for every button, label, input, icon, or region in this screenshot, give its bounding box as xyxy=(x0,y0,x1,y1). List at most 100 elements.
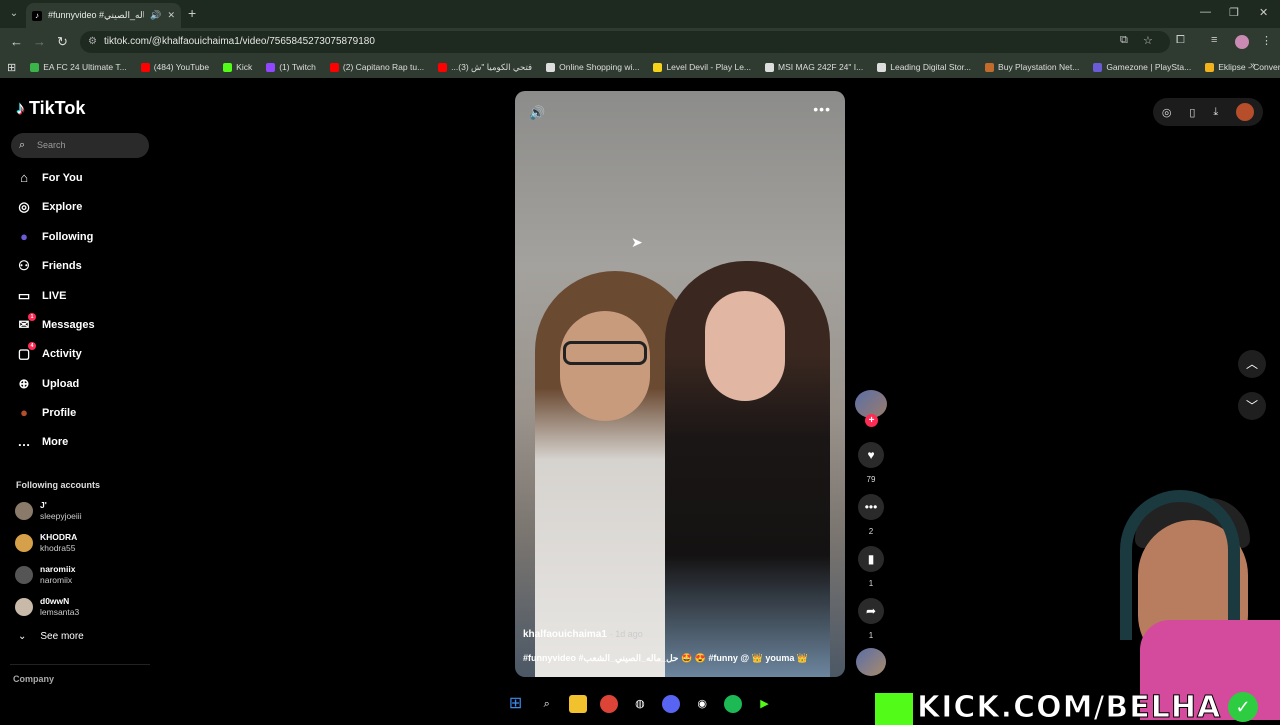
company-link[interactable]: Company xyxy=(13,674,54,684)
bookmark-item[interactable]: ...فتحي الكوميا "ش (3) xyxy=(431,62,539,73)
file-explorer-icon[interactable] xyxy=(568,695,587,713)
bookmark-item[interactable]: MSI MAG 242F 24" I... xyxy=(758,62,870,72)
account-name: J' xyxy=(40,500,47,510)
see-more-button[interactable]: ⌄ See more xyxy=(18,631,84,642)
sidebar-item-friends[interactable]: ⚇ Friends xyxy=(16,258,82,274)
site-info-icon[interactable]: ⚙ xyxy=(88,31,97,53)
sidebar-item-explore[interactable]: ◎ Explore xyxy=(16,199,82,215)
sidebar-item-live[interactable]: ▭ LIVE xyxy=(16,288,67,304)
bookmark-star-icon[interactable]: ☆ xyxy=(1143,34,1153,47)
comment-button[interactable]: ••• 2 xyxy=(851,494,891,536)
browser-profile-avatar[interactable] xyxy=(1235,35,1249,49)
following-account[interactable]: KHODRA khodra55 xyxy=(15,532,77,554)
taskbar-search-icon[interactable]: ⌕ xyxy=(538,695,556,713)
sidebar-item-upload[interactable]: ⊕ Upload xyxy=(16,376,80,392)
follow-plus-icon[interactable]: + xyxy=(865,414,878,427)
restore-icon[interactable]: ❐ xyxy=(1229,6,1239,19)
more-bookmarks-icon[interactable]: » xyxy=(1250,60,1256,71)
search-input[interactable]: ⌕ Search xyxy=(11,133,149,158)
share-button[interactable]: ➦ 1 xyxy=(851,598,891,640)
video-caption[interactable]: #funnyvideo #حل_ماله_الصيني_الشعب 🤩 😍 #f… xyxy=(523,653,808,664)
minimize-icon[interactable]: — xyxy=(1200,6,1211,18)
extensions-icon[interactable]: ⧠ xyxy=(1176,34,1185,47)
bookmark-item[interactable]: (484) YouTube xyxy=(134,62,216,72)
bookmark-item[interactable]: Eklipse - Convert Tw... xyxy=(1198,62,1280,72)
bookmark-favicon-icon xyxy=(877,62,887,72)
profile-avatar-icon: ● xyxy=(20,405,28,420)
bookmark-item[interactable]: (2) Capitano Rap tu... xyxy=(323,62,431,72)
video-more-icon[interactable]: ••• xyxy=(813,101,831,117)
taskbar: ⊞ ⌕ ◍ ◉ ▶ xyxy=(500,688,780,720)
speaker-icon[interactable]: 🔊 xyxy=(150,10,161,21)
apps-icon[interactable]: ⊞ xyxy=(0,61,23,74)
forward-icon[interactable]: → xyxy=(33,34,46,49)
next-video-button[interactable]: ﹀ xyxy=(1238,392,1266,420)
close-tab-icon[interactable]: ✕ xyxy=(167,10,175,21)
like-button[interactable]: ♥ 79 xyxy=(851,442,891,484)
following-account[interactable]: J' sleepyjoeiii xyxy=(15,500,82,522)
obs-icon[interactable]: ◍ xyxy=(631,695,649,713)
bookmark-favicon-icon xyxy=(653,62,663,72)
device-icon[interactable]: ▯ xyxy=(1189,106,1195,119)
reload-icon[interactable]: ↻ xyxy=(57,34,68,50)
tiktok-logo[interactable]: ♪ TikTok xyxy=(16,98,85,119)
bookmark-favicon-icon xyxy=(266,62,276,72)
video-player[interactable]: 🔊 ••• ➤ khalfaouichaima1 · 1d ago #funny… xyxy=(515,91,845,677)
steam-icon[interactable]: ◉ xyxy=(693,695,711,713)
video-time: · 1d ago xyxy=(609,629,643,639)
following-account[interactable]: d0wwN lemsanta3 xyxy=(15,596,79,618)
bookmark-label: Leading Digital Stor... xyxy=(890,62,972,72)
close-window-icon[interactable]: ✕ xyxy=(1259,6,1268,19)
save-button[interactable]: ▮ 1 xyxy=(851,546,891,588)
bookmark-favicon-icon xyxy=(30,62,40,72)
sidebar-item-profile[interactable]: ● Profile xyxy=(16,405,76,421)
following-avatar-icon: ● xyxy=(20,229,28,244)
tab-title: #funnyvideo #حل_ماله_الصيني... xyxy=(48,10,144,20)
media-control-icon[interactable]: ≡ xyxy=(1211,34,1217,46)
discord-icon[interactable] xyxy=(662,695,681,713)
video-author[interactable]: khalfaouichaima1 · 1d ago xyxy=(523,629,643,640)
bookmark-item[interactable]: (1) Twitch xyxy=(259,62,323,72)
bookmark-item[interactable]: EA FC 24 Ultimate T... xyxy=(23,62,133,72)
sidebar-item-label: Following xyxy=(42,231,94,243)
activity-icon: ▢ 4 xyxy=(16,342,36,362)
chrome-icon[interactable] xyxy=(599,695,618,713)
live-icon: ▭ xyxy=(17,288,31,303)
user-avatar[interactable] xyxy=(1236,103,1255,121)
sidebar-item-more[interactable]: … More xyxy=(16,434,69,450)
address-bar-row: ← → ↻ ⚙ tiktok.com/@khalfaouichaima1/vid… xyxy=(0,28,1280,56)
kick-app-icon[interactable]: ▶ xyxy=(755,695,773,713)
bookmark-label: MSI MAG 242F 24" I... xyxy=(778,62,864,72)
bookmark-item[interactable]: Kick xyxy=(216,62,259,72)
sidebar-item-label: Explore xyxy=(42,201,83,213)
bookmark-item[interactable]: Level Devil - Play Le... xyxy=(646,62,758,72)
volume-icon[interactable]: 🔊 xyxy=(529,105,545,121)
bookmark-item[interactable]: Leading Digital Stor... xyxy=(870,62,978,72)
new-tab-button[interactable]: + xyxy=(188,5,196,21)
sidebar-divider xyxy=(10,664,150,665)
download-icon[interactable]: ⤓ xyxy=(1213,106,1218,119)
tab-search-icon[interactable]: ⌄ xyxy=(6,6,22,22)
video-username[interactable]: khalfaouichaima1 xyxy=(523,629,607,640)
address-bar[interactable]: ⚙ tiktok.com/@khalfaouichaima1/video/756… xyxy=(80,31,1170,53)
sound-disc-avatar[interactable] xyxy=(856,648,886,676)
browser-tab[interactable]: ♪ #funnyvideo #حل_ماله_الصيني... 🔊 ✕ xyxy=(26,3,181,28)
bookmark-item[interactable]: Online Shopping wi... xyxy=(539,62,646,72)
previous-video-button[interactable]: ︿ xyxy=(1238,350,1266,378)
sidebar-item-label: Activity xyxy=(42,348,82,360)
bookmark-item[interactable]: Buy Playstation Net... xyxy=(978,62,1086,72)
bookmark-item[interactable]: Gamezone | PlaySta... xyxy=(1086,62,1198,72)
install-app-icon[interactable]: ⧉ xyxy=(1120,34,1128,47)
sidebar-item-for-you[interactable]: ⌂ For You xyxy=(16,170,82,186)
windows-start-icon[interactable]: ⊞ xyxy=(507,695,525,713)
logo-text: TikTok xyxy=(29,98,86,118)
compass-icon: ◎ xyxy=(18,199,30,214)
sidebar-item-following[interactable]: ● Following xyxy=(16,229,93,245)
compass-tool-icon[interactable]: ◎ xyxy=(1162,106,1172,119)
spotify-icon[interactable] xyxy=(724,695,743,713)
following-account[interactable]: naromiix naromiix xyxy=(15,564,75,586)
browser-menu-icon[interactable]: ⋮ xyxy=(1261,34,1272,47)
back-icon[interactable]: ← xyxy=(10,34,23,49)
sidebar-item-activity[interactable]: ▢ 4 Activity xyxy=(16,342,82,362)
sidebar-item-messages[interactable]: ✉ 1 Messages xyxy=(16,313,95,333)
